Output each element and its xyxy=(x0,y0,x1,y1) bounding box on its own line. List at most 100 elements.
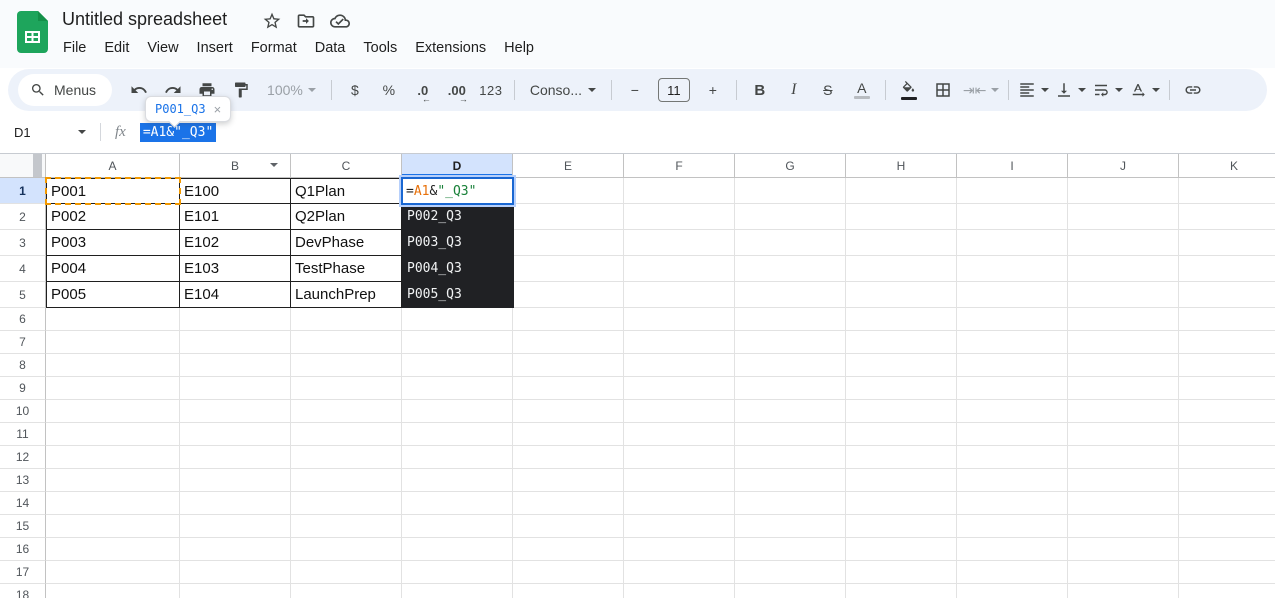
cell-E18[interactable] xyxy=(513,584,624,598)
cell-J17[interactable] xyxy=(1068,561,1179,584)
cell-H13[interactable] xyxy=(846,469,957,492)
font-size-input[interactable]: 11 xyxy=(658,78,690,102)
cell-C17[interactable] xyxy=(291,561,402,584)
cell-K17[interactable] xyxy=(1179,561,1275,584)
cell-E1[interactable] xyxy=(513,178,624,204)
menu-view[interactable]: View xyxy=(138,36,187,60)
cell-I5[interactable] xyxy=(957,282,1068,308)
cell-I4[interactable] xyxy=(957,256,1068,282)
cell-E12[interactable] xyxy=(513,446,624,469)
cell-G7[interactable] xyxy=(735,331,846,354)
cell-K11[interactable] xyxy=(1179,423,1275,446)
row-header-7[interactable]: 7 xyxy=(0,331,46,354)
row-header-9[interactable]: 9 xyxy=(0,377,46,400)
row-header-13[interactable]: 13 xyxy=(0,469,46,492)
cell-D10[interactable] xyxy=(402,400,513,423)
row-header-12[interactable]: 12 xyxy=(0,446,46,469)
cell-G3[interactable] xyxy=(735,230,846,256)
cell-G15[interactable] xyxy=(735,515,846,538)
cell-B13[interactable] xyxy=(180,469,291,492)
cell-G2[interactable] xyxy=(735,204,846,230)
text-rotation-button[interactable] xyxy=(1129,76,1160,104)
cell-K6[interactable] xyxy=(1179,308,1275,331)
cell-F8[interactable] xyxy=(624,354,735,377)
cell-I11[interactable] xyxy=(957,423,1068,446)
cell-I17[interactable] xyxy=(957,561,1068,584)
cell-F6[interactable] xyxy=(624,308,735,331)
cell-K18[interactable] xyxy=(1179,584,1275,598)
menu-help[interactable]: Help xyxy=(495,36,543,60)
cell-A15[interactable] xyxy=(46,515,180,538)
cell-J9[interactable] xyxy=(1068,377,1179,400)
cell-E15[interactable] xyxy=(513,515,624,538)
increase-decimal-button[interactable]: .00→ xyxy=(443,76,471,104)
cell-B9[interactable] xyxy=(180,377,291,400)
cell-F4[interactable] xyxy=(624,256,735,282)
column-dropdown-icon[interactable] xyxy=(270,163,278,167)
column-header-D[interactable]: D xyxy=(402,154,513,178)
row-header-2[interactable]: 2 xyxy=(0,204,46,230)
cell-H8[interactable] xyxy=(846,354,957,377)
name-box-caret-icon[interactable] xyxy=(78,130,86,134)
cell-E8[interactable] xyxy=(513,354,624,377)
cell-H1[interactable] xyxy=(846,178,957,204)
cell-K13[interactable] xyxy=(1179,469,1275,492)
cell-F3[interactable] xyxy=(624,230,735,256)
move-to-folder-icon[interactable] xyxy=(296,11,316,31)
cell-K14[interactable] xyxy=(1179,492,1275,515)
row-header-1[interactable]: 1 xyxy=(0,178,46,204)
cell-J12[interactable] xyxy=(1068,446,1179,469)
column-header-H[interactable]: H xyxy=(846,154,957,178)
cell-A18[interactable] xyxy=(46,584,180,598)
star-icon[interactable] xyxy=(262,11,282,31)
cell-K16[interactable] xyxy=(1179,538,1275,561)
menu-edit[interactable]: Edit xyxy=(95,36,138,60)
cell-A10[interactable] xyxy=(46,400,180,423)
cell-C15[interactable] xyxy=(291,515,402,538)
cell-J11[interactable] xyxy=(1068,423,1179,446)
cell-G6[interactable] xyxy=(735,308,846,331)
cell-K15[interactable] xyxy=(1179,515,1275,538)
cell-J16[interactable] xyxy=(1068,538,1179,561)
insert-link-button[interactable] xyxy=(1179,76,1207,104)
cell-I16[interactable] xyxy=(957,538,1068,561)
cell-A17[interactable] xyxy=(46,561,180,584)
cell-K3[interactable] xyxy=(1179,230,1275,256)
cell-D9[interactable] xyxy=(402,377,513,400)
cell-B16[interactable] xyxy=(180,538,291,561)
autofill-suggestion-preview[interactable]: P002_Q3P003_Q3P004_Q3P005_Q3 xyxy=(402,204,514,308)
cell-E13[interactable] xyxy=(513,469,624,492)
cell-D6[interactable] xyxy=(402,308,513,331)
column-header-K[interactable]: K xyxy=(1179,154,1275,178)
cell-B7[interactable] xyxy=(180,331,291,354)
close-icon[interactable]: × xyxy=(214,103,222,116)
column-header-F[interactable]: F xyxy=(624,154,735,178)
merge-cells-button[interactable]: ⇥⇤ xyxy=(963,76,999,104)
cell-B5[interactable]: E104 xyxy=(180,282,291,308)
cell-C1[interactable]: Q1Plan xyxy=(291,178,402,204)
cell-C2[interactable]: Q2Plan xyxy=(291,204,402,230)
cell-E9[interactable] xyxy=(513,377,624,400)
menu-file[interactable]: File xyxy=(54,36,95,60)
cell-C9[interactable] xyxy=(291,377,402,400)
row-header-5[interactable]: 5 xyxy=(0,282,46,308)
cell-E2[interactable] xyxy=(513,204,624,230)
menu-format[interactable]: Format xyxy=(242,36,306,60)
menu-extensions[interactable]: Extensions xyxy=(406,36,495,60)
cell-G4[interactable] xyxy=(735,256,846,282)
cell-I3[interactable] xyxy=(957,230,1068,256)
cell-A16[interactable] xyxy=(46,538,180,561)
cell-G1[interactable] xyxy=(735,178,846,204)
cell-F7[interactable] xyxy=(624,331,735,354)
menu-data[interactable]: Data xyxy=(306,36,355,60)
cell-B18[interactable] xyxy=(180,584,291,598)
cell-E14[interactable] xyxy=(513,492,624,515)
cell-K7[interactable] xyxy=(1179,331,1275,354)
strikethrough-button[interactable]: S xyxy=(814,76,842,104)
cell-B12[interactable] xyxy=(180,446,291,469)
cell-B6[interactable] xyxy=(180,308,291,331)
cell-I14[interactable] xyxy=(957,492,1068,515)
zoom-select[interactable]: 100% xyxy=(261,76,322,104)
cell-F11[interactable] xyxy=(624,423,735,446)
cell-B14[interactable] xyxy=(180,492,291,515)
